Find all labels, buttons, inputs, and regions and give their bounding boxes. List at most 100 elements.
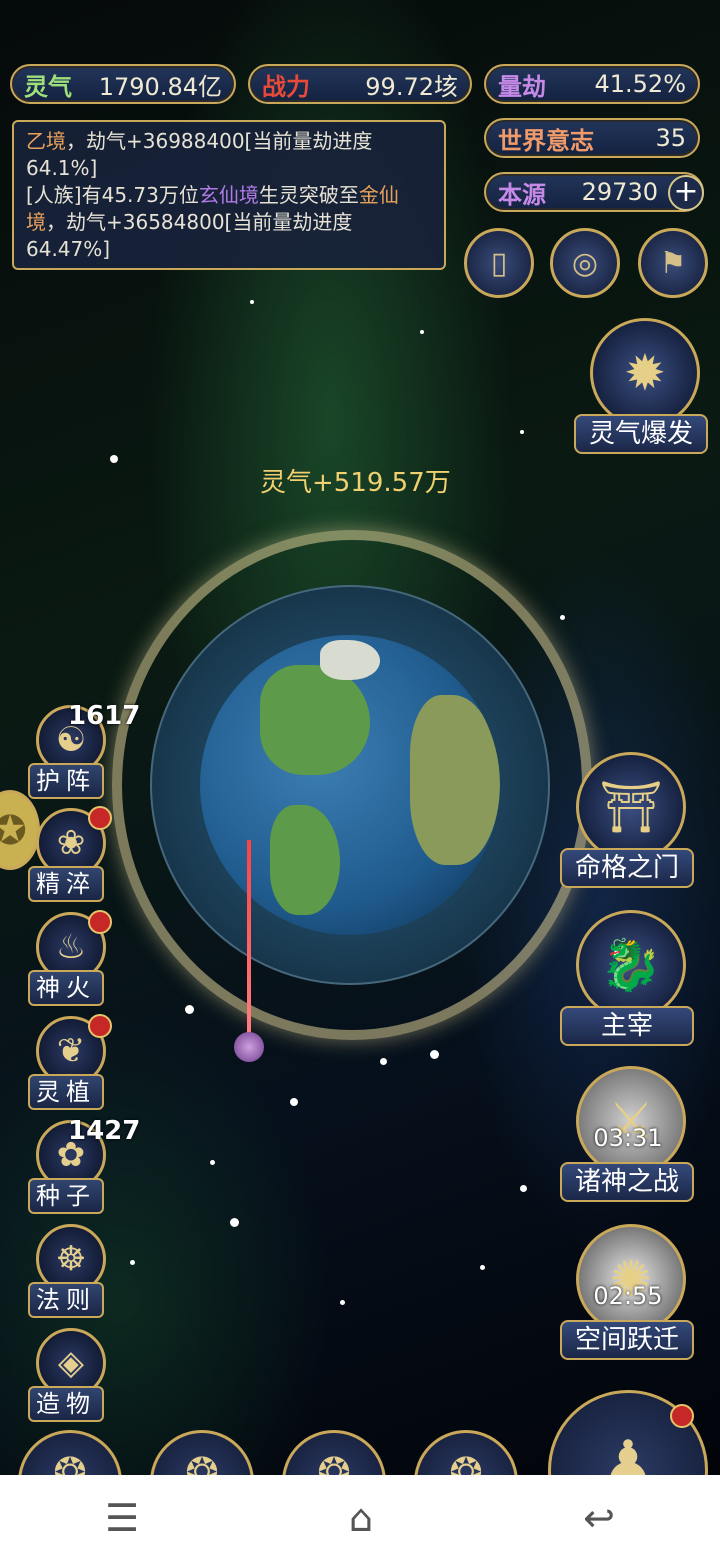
- dragon-icon: 🐉: [576, 910, 686, 1020]
- log-text: ，劫气+36988400[当前量劫进度64.1%]: [26, 129, 373, 180]
- mingge-gate-button[interactable]: ⛩ 命格之门: [558, 752, 698, 892]
- flag-icon: ⚑: [659, 245, 687, 281]
- side-button-shenhuo[interactable]: ♨ 神火: [28, 910, 114, 1008]
- bottom-button-4[interactable]: ❂: [414, 1430, 518, 1475]
- bottom-button-2[interactable]: ❂: [150, 1430, 254, 1475]
- zhongzi-label: 种子: [28, 1178, 104, 1214]
- jingcui-label: 精淬: [28, 866, 104, 902]
- land: [410, 695, 500, 865]
- side-button-zaowu[interactable]: ◈ 造物: [28, 1328, 114, 1424]
- vortex-icon: ◎: [571, 245, 599, 281]
- main-character-button[interactable]: ♟: [548, 1390, 708, 1475]
- vortex-button[interactable]: ◎: [550, 228, 620, 298]
- planet[interactable]: [200, 635, 500, 935]
- zhongzi-count: 1427: [68, 1116, 141, 1146]
- benyuan-value: 29730: [581, 178, 658, 206]
- star: [380, 1058, 387, 1065]
- side-button-jingcui[interactable]: ❀ 精淬: [28, 806, 114, 904]
- home-icon[interactable]: ⌂: [349, 1496, 373, 1540]
- pentagram-icon: ✪: [0, 808, 27, 854]
- faze-label: 法则: [28, 1282, 104, 1318]
- notification-dot: [88, 806, 112, 830]
- gods-war-timer: 03:31: [593, 1124, 663, 1152]
- log-text: 生灵突破至: [258, 183, 359, 207]
- side-button-faze[interactable]: ☸ 法则: [28, 1224, 114, 1320]
- star: [230, 1218, 239, 1227]
- lingqi-value: 1790.84亿: [98, 72, 222, 101]
- card-button[interactable]: ▯: [464, 228, 534, 298]
- notification-dot: [670, 1404, 694, 1428]
- shijie-label: 世界意志: [498, 125, 594, 155]
- lingqi-label: 灵气: [24, 71, 72, 101]
- emblem-icon: ❂: [317, 1450, 351, 1475]
- burst-button[interactable]: ✹ 灵气爆发: [572, 318, 712, 458]
- liangjie-value: 41.52%: [594, 70, 686, 98]
- mingge-label: 命格之门: [560, 848, 694, 888]
- huzhen-count: 1617: [68, 701, 141, 731]
- side-button-huzhen[interactable]: ☯ 1617 护阵: [28, 701, 140, 801]
- star: [250, 300, 254, 304]
- zhuzai-label: 主宰: [560, 1006, 694, 1046]
- benyuan-resource[interactable]: 本源 29730 +: [484, 172, 704, 212]
- side-button-zhongzi[interactable]: ✿ 1427 种子: [28, 1116, 140, 1216]
- star: [340, 1300, 345, 1305]
- card-icon: ▯: [490, 245, 508, 281]
- land: [260, 665, 370, 775]
- notification-dot: [88, 1014, 112, 1038]
- space-jump-timer: 02:55: [593, 1282, 663, 1310]
- lingzhi-label: 灵植: [28, 1074, 104, 1110]
- space-jump-label: 空间跃迁: [560, 1320, 694, 1360]
- star: [130, 1260, 135, 1265]
- star: [420, 330, 424, 334]
- star: [110, 455, 118, 463]
- gate-icon: ⛩: [576, 752, 686, 862]
- swirl-icon: ✺: [576, 1224, 686, 1334]
- star: [480, 1265, 485, 1270]
- system-nav-bar: ☰ ⌂ ↩: [0, 1475, 720, 1560]
- lingqi-resource[interactable]: 灵气 1790.84亿: [10, 64, 236, 104]
- back-icon[interactable]: ↩: [583, 1496, 615, 1540]
- liangjie-label: 量劫: [498, 71, 546, 101]
- zhanli-value: 99.72垓: [365, 72, 458, 101]
- benyuan-label: 本源: [498, 179, 546, 209]
- emblem-icon: ❂: [53, 1450, 87, 1475]
- star: [290, 1098, 298, 1106]
- menu-icon[interactable]: ☰: [105, 1496, 139, 1540]
- log-entry: 乙境，劫气+36988400[当前量劫进度64.1%]: [26, 128, 432, 182]
- zhanli-label: 战力: [262, 71, 310, 101]
- liangjie-resource[interactable]: 量劫 41.52%: [484, 64, 700, 104]
- star: [430, 1050, 439, 1059]
- sword-icon: ⚔: [576, 1066, 686, 1176]
- zhuzai-button[interactable]: 🐉 主宰: [558, 910, 698, 1050]
- shijie-resource[interactable]: 世界意志 35: [484, 118, 700, 158]
- bottom-button-1[interactable]: ❂: [18, 1430, 122, 1475]
- log-text: [人族]有45.73万位: [26, 183, 199, 207]
- space-jump-button[interactable]: ✺ 02:55 空间跃迁: [558, 1224, 698, 1364]
- shenhuo-label: 神火: [28, 970, 104, 1006]
- shijie-value: 35: [655, 124, 686, 152]
- gods-war-button[interactable]: ⚔ 03:31 诸神之战: [558, 1066, 698, 1206]
- bottom-button-3[interactable]: ❂: [282, 1430, 386, 1475]
- side-button-lingzhi[interactable]: ❦ 灵植: [28, 1014, 114, 1112]
- log-realm: 乙境: [26, 129, 66, 153]
- log-realm: 玄仙境: [198, 183, 259, 207]
- zhanli-resource[interactable]: 战力 99.72垓: [248, 64, 472, 104]
- star: [520, 430, 524, 434]
- notification-dot: [88, 910, 112, 934]
- burst-label: 灵气爆发: [574, 414, 708, 454]
- event-log-panel: 乙境，劫气+36988400[当前量劫进度64.1%] [人族]有45.73万位…: [12, 120, 446, 270]
- zaowu-label: 造物: [28, 1386, 104, 1422]
- gods-war-label: 诸神之战: [560, 1162, 694, 1202]
- add-benyuan-button[interactable]: +: [668, 175, 704, 211]
- probe-orb[interactable]: [234, 1032, 264, 1062]
- laser-beam: [247, 840, 251, 1040]
- star: [210, 1160, 215, 1165]
- game-scene: 灵气 1790.84亿 战力 99.72垓 量劫 41.52% 世界意志 35 …: [0, 0, 720, 1475]
- burst-icon: ✹: [590, 318, 700, 428]
- flag-button[interactable]: ⚑: [638, 228, 708, 298]
- star: [520, 1185, 527, 1192]
- log-text: ，劫气+36584800[当前量劫进度64.47%]: [26, 210, 353, 261]
- star: [185, 1005, 194, 1014]
- ice: [320, 640, 380, 680]
- land: [270, 805, 340, 915]
